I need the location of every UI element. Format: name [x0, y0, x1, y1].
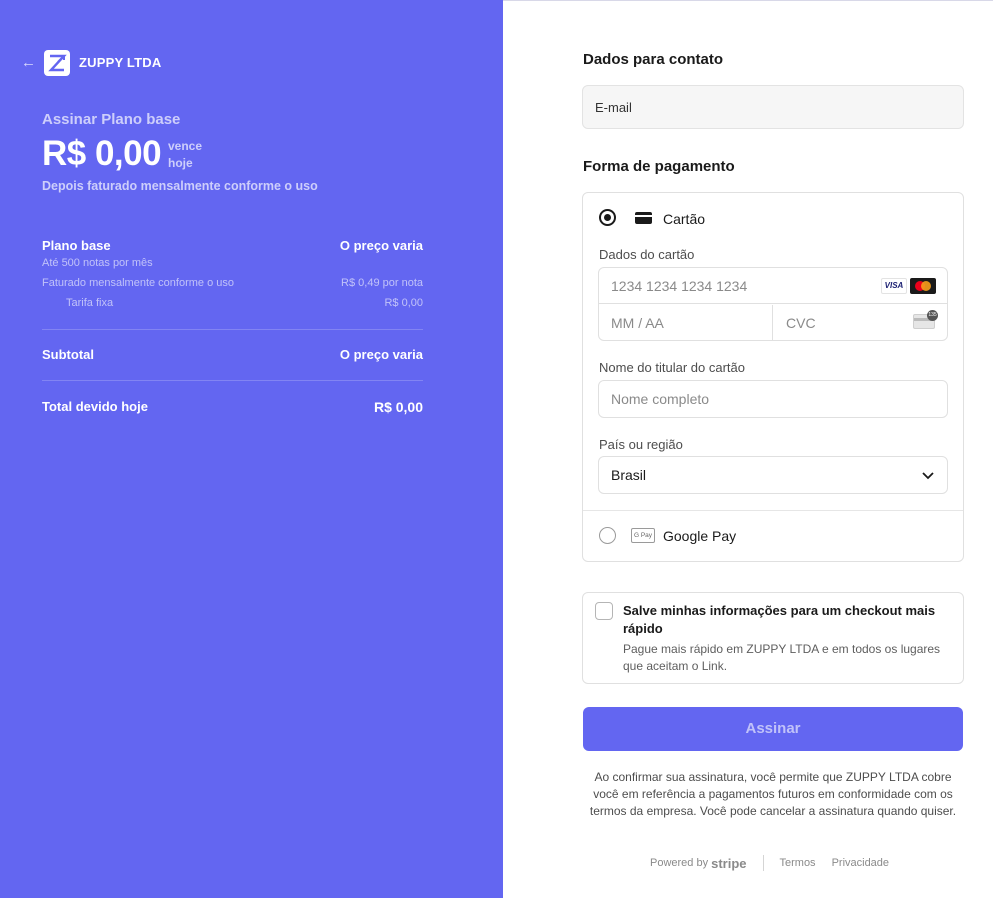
subtotal-value: O preço varia — [339, 347, 423, 362]
payment-section-title: Forma de pagamento — [583, 158, 735, 175]
save-info-title: Salve minhas informações para um checkou… — [623, 603, 936, 636]
brand-logo-icon — [44, 50, 70, 76]
fee-row: Tarifa fixa R$ 0,00 — [42, 297, 423, 309]
total-row: Total devido hoje R$ 0,00 — [42, 399, 423, 415]
visa-icon: VISA — [881, 278, 907, 294]
due-label: vence hoje — [168, 138, 218, 172]
mastercard-icon — [910, 278, 936, 294]
contact-section-title: Dados para contato — [583, 51, 724, 68]
top-border — [503, 0, 993, 1]
line-item: Plano base O preço varia — [42, 238, 423, 253]
subtotal-label: Subtotal — [42, 347, 94, 362]
country-value: Brasil — [611, 467, 647, 483]
card-number-input[interactable]: 1234 1234 1234 1234 VISA — [599, 268, 947, 304]
holder-name-input[interactable]: Nome completo — [598, 380, 948, 418]
billing-note: Depois faturado mensalmente conforme o u… — [42, 179, 318, 193]
save-info-checkbox[interactable] — [595, 602, 613, 620]
line-item-name: Plano base — [42, 238, 111, 253]
footer: Powered by stripe Termos Privacidade — [650, 855, 889, 871]
line-item-note-row: Até 500 notas por mês — [42, 257, 423, 269]
divider — [42, 380, 423, 381]
divider — [42, 329, 423, 330]
cvc-input[interactable]: CVC — [774, 305, 947, 341]
powered-by-label: Powered by — [650, 857, 709, 869]
fee-label: Tarifa fixa — [66, 297, 114, 309]
due-line-1: vence — [168, 139, 203, 153]
footer-divider — [762, 855, 764, 871]
fee-value: R$ 0,00 — [384, 297, 423, 309]
line-item-billing-row: Faturado mensalmente conforme o uso R$ 0… — [42, 277, 423, 289]
legal-text: Ao confirmar sua assinatura, você permit… — [589, 770, 957, 818]
card-details-label: Dados do cartão — [599, 247, 695, 262]
line-item-note: Até 500 notas por mês — [42, 257, 153, 269]
holder-name-label: Nome do titular do cartão — [599, 360, 745, 375]
card-fields-group: 1234 1234 1234 1234 VISA MM / AA CVC — [598, 267, 948, 341]
terms-link[interactable]: Termos — [780, 857, 816, 869]
card-radio[interactable] — [599, 209, 616, 226]
stripe-logo[interactable]: stripe — [711, 856, 746, 871]
total-value: R$ 0,00 — [373, 399, 423, 415]
google-pay-icon: G Pay — [631, 528, 655, 543]
payment-method-box: Cartão Dados do cartão 1234 1234 1234 12… — [582, 192, 964, 562]
plan-title: Assinar Plano base — [42, 111, 181, 128]
country-select[interactable]: Brasil — [598, 456, 948, 494]
holder-name-placeholder: Nome completo — [611, 391, 710, 407]
country-label: País ou região — [599, 437, 683, 452]
line-item-price: O preço varia — [339, 238, 423, 253]
card-number-placeholder: 1234 1234 1234 1234 — [611, 277, 748, 294]
expiry-placeholder: MM / AA — [611, 315, 664, 331]
save-info-box: Salve minhas informações para um checkou… — [582, 592, 964, 684]
brand-name: ZUPPY LTDA — [79, 55, 162, 70]
due-line-2: hoje — [168, 156, 193, 170]
cvc-card-icon — [913, 310, 938, 329]
order-summary-panel: ← ZUPPY LTDA Assinar Plano base R$ 0,00 … — [0, 0, 503, 898]
subscribe-button[interactable]: Assinar — [583, 707, 963, 751]
google-pay-radio[interactable] — [599, 527, 616, 544]
line-item-unit-price: R$ 0,49 por nota — [341, 277, 423, 289]
divider — [583, 510, 963, 511]
privacy-link[interactable]: Privacidade — [832, 857, 889, 869]
card-option-label: Cartão — [663, 211, 706, 227]
email-placeholder: E-mail — [595, 99, 632, 115]
line-item-billing: Faturado mensalmente conforme o uso — [42, 277, 234, 289]
cvc-placeholder: CVC — [786, 315, 816, 331]
credit-card-icon — [635, 212, 652, 224]
save-info-description: Pague mais rápido em ZUPPY LTDA e em tod… — [623, 642, 941, 673]
back-arrow-icon[interactable]: ← — [21, 55, 37, 71]
price-amount: R$ 0,00 — [42, 134, 162, 173]
total-label: Total devido hoje — [42, 399, 148, 414]
expiry-input[interactable]: MM / AA — [599, 305, 773, 341]
email-input[interactable]: E-mail — [582, 85, 964, 129]
chevron-down-icon — [922, 472, 934, 480]
google-pay-label: Google Pay — [663, 528, 737, 544]
subtotal-row: Subtotal O preço varia — [42, 347, 423, 362]
